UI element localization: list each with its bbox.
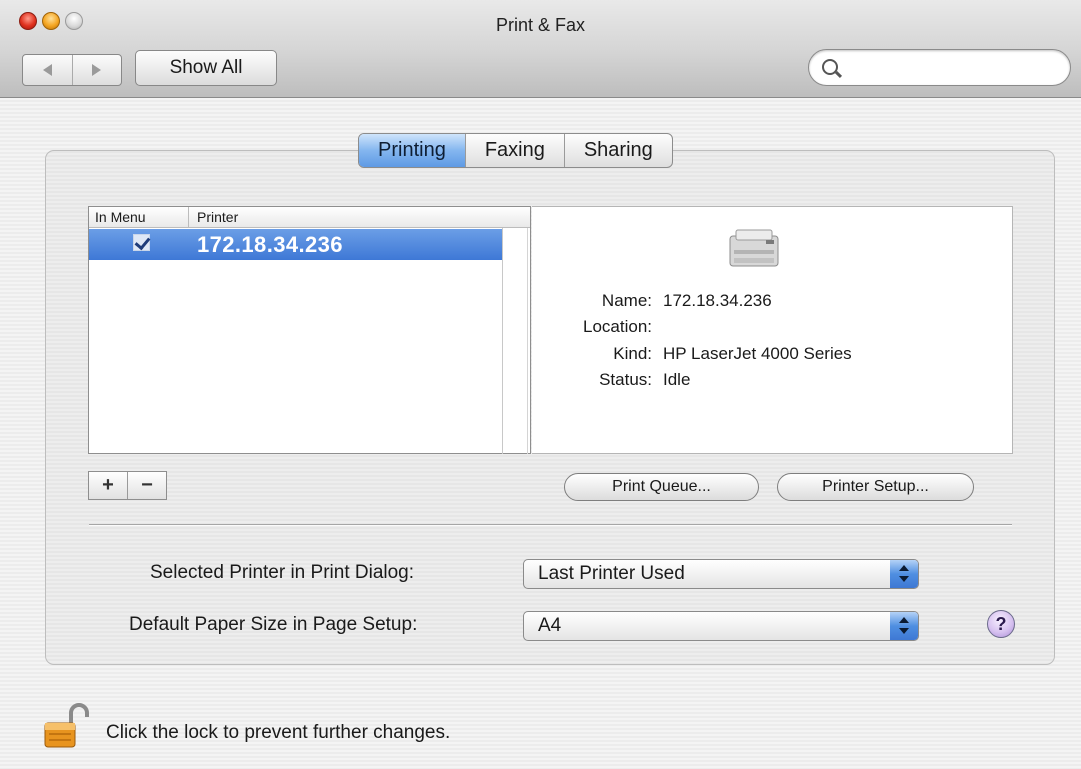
- scrollbar[interactable]: [527, 228, 528, 454]
- printer-name-cell: 172.18.34.236: [197, 232, 343, 257]
- search-field[interactable]: [808, 49, 1071, 86]
- info-kind-row: Kind: HP LaserJet 4000 Series: [532, 344, 1013, 366]
- column-header-printer[interactable]: Printer: [197, 209, 238, 225]
- add-remove-control: + −: [88, 471, 167, 500]
- printer-info-pane: Name: 172.18.34.236 Location: Kind: HP L…: [532, 206, 1013, 454]
- unlocked-padlock-icon[interactable]: [41, 703, 89, 751]
- show-all-button[interactable]: Show All: [135, 50, 277, 86]
- info-location-label: Location:: [583, 317, 652, 336]
- column-header-in-menu[interactable]: In Menu: [95, 209, 146, 225]
- tab-faxing[interactable]: Faxing: [464, 134, 564, 167]
- tab-printing[interactable]: Printing: [359, 134, 465, 167]
- tab-bar: Printing Faxing Sharing: [358, 133, 673, 168]
- lock-message: Click the lock to prevent further change…: [106, 722, 451, 743]
- printer-icon: [729, 229, 779, 267]
- popup-arrows-icon: [890, 612, 918, 640]
- paper-size-value: A4: [538, 615, 562, 636]
- paper-size-label: Default Paper Size in Page Setup:: [129, 614, 418, 635]
- help-button[interactable]: ?: [987, 610, 1015, 638]
- help-icon: ?: [995, 613, 1007, 634]
- window-title: Print & Fax: [495, 15, 586, 35]
- add-printer-button[interactable]: +: [89, 472, 127, 499]
- selected-printer-value: Last Printer Used: [538, 563, 685, 584]
- selected-printer-popup[interactable]: Last Printer Used: [523, 559, 919, 589]
- info-status-label: Status:: [599, 370, 652, 389]
- list-header: In Menu Printer: [89, 207, 530, 228]
- print-queue-button[interactable]: Print Queue...: [564, 473, 759, 501]
- info-status-row: Status: Idle: [532, 370, 1013, 392]
- in-menu-checkbox[interactable]: [133, 234, 150, 251]
- column-divider: [502, 228, 503, 454]
- info-name-value: 172.18.34.236: [663, 291, 772, 310]
- search-input[interactable]: [849, 56, 1063, 82]
- back-arrow-icon: [42, 64, 52, 76]
- info-status-value: Idle: [663, 370, 691, 389]
- paper-size-popup[interactable]: A4: [523, 611, 919, 641]
- window-toolbar: Print & Fax Show All: [0, 0, 1081, 98]
- selected-printer-label: Selected Printer in Print Dialog:: [150, 562, 415, 583]
- printer-list[interactable]: In Menu Printer 172.18.34.236: [88, 206, 531, 454]
- info-kind-value: HP LaserJet 4000 Series: [663, 344, 852, 363]
- printer-setup-button[interactable]: Printer Setup...: [777, 473, 974, 501]
- popup-arrows-icon: [890, 560, 918, 588]
- back-button[interactable]: [23, 55, 72, 85]
- forward-arrow-icon: [92, 64, 102, 76]
- info-kind-label: Kind:: [613, 344, 652, 363]
- tab-sharing[interactable]: Sharing: [563, 134, 672, 167]
- info-location-row: Location:: [532, 317, 1013, 339]
- search-icon: [822, 59, 838, 75]
- forward-button[interactable]: [71, 55, 122, 85]
- info-name-label: Name:: [601, 291, 652, 310]
- divider: [89, 524, 1012, 526]
- back-forward-control: [22, 54, 122, 86]
- info-name-row: Name: 172.18.34.236: [532, 291, 1013, 313]
- column-divider: [188, 207, 189, 227]
- remove-printer-button[interactable]: −: [127, 472, 166, 499]
- list-item[interactable]: 172.18.34.236: [89, 229, 502, 260]
